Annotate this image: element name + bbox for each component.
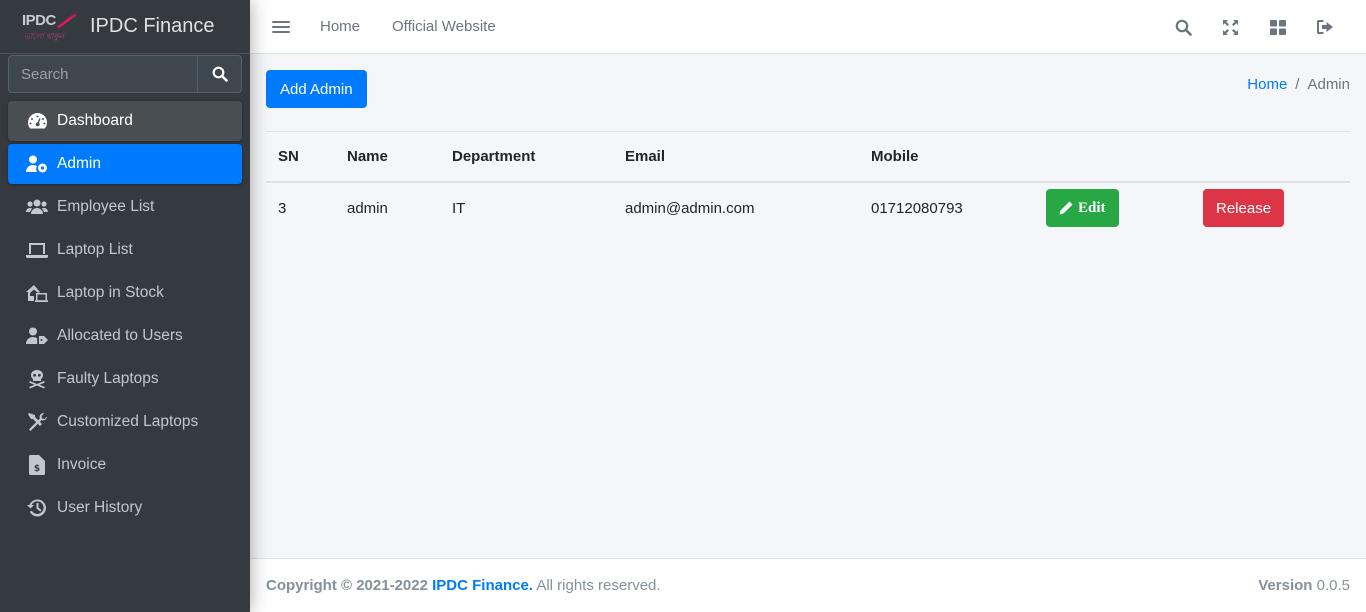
search-icon bbox=[212, 66, 228, 82]
breadcrumb: Home / Admin bbox=[1247, 76, 1350, 93]
skull-crossbones-icon bbox=[26, 369, 48, 389]
cell-mobile: 01712080793 bbox=[871, 199, 963, 217]
release-button[interactable]: Release bbox=[1203, 189, 1285, 227]
top-icon-group bbox=[1160, 0, 1348, 54]
edit-button[interactable]: Edit bbox=[1046, 189, 1119, 227]
nav-link-home[interactable]: Home bbox=[320, 18, 360, 35]
column-header-release bbox=[1191, 131, 1350, 183]
cell-sn: 3 bbox=[278, 199, 287, 217]
copyright-text: Copyright © 2021-2022 bbox=[266, 577, 428, 594]
column-header-sn: SN bbox=[266, 131, 335, 183]
footer-rights: All rights reserved. bbox=[536, 577, 661, 594]
brand-name: IPDC Finance bbox=[90, 15, 215, 37]
sidebar-item-label: Admin bbox=[57, 155, 101, 172]
sidebar-item-label: Laptop in Stock bbox=[57, 284, 164, 301]
table-header-row: SN Name Department Email Mobile bbox=[266, 131, 1350, 183]
sidebar-item-dashboard[interactable]: Dashboard bbox=[8, 101, 242, 141]
pencil-icon bbox=[1059, 201, 1073, 215]
cell-release: Release bbox=[1191, 182, 1350, 234]
sidebar-item-invoice[interactable]: $ Invoice bbox=[8, 445, 242, 485]
admin-table: SN Name Department Email Mobile 3 admin … bbox=[266, 131, 1350, 234]
sidebar-item-label: Faulty Laptops bbox=[57, 370, 159, 387]
sidebar: IPDC ভালো থাকুন IPDC Finance Dashboard bbox=[0, 0, 250, 612]
sidebar-item-user-history[interactable]: User History bbox=[8, 488, 242, 528]
sidebar-item-label: Laptop List bbox=[57, 241, 133, 258]
add-admin-button[interactable]: Add Admin bbox=[266, 70, 367, 108]
user-tag-icon bbox=[26, 326, 48, 346]
version-label: Version bbox=[1258, 577, 1313, 594]
sidebar-nav: Dashboard Admin Employee List Laptop Lis… bbox=[8, 101, 242, 531]
cell-name: admin bbox=[347, 199, 388, 217]
sidebar-item-employee-list[interactable]: Employee List bbox=[8, 187, 242, 227]
search-icon[interactable] bbox=[1160, 0, 1207, 54]
sidebar-item-label: Customized Laptops bbox=[57, 413, 199, 430]
footer-brand-link[interactable]: IPDC Finance. bbox=[432, 577, 533, 594]
footer: Copyright © 2021-2022 IPDC Finance. All … bbox=[250, 558, 1366, 612]
column-header-mobile: Mobile bbox=[859, 131, 1034, 183]
laptop-house-icon bbox=[26, 283, 48, 303]
sidebar-item-label: Invoice bbox=[57, 456, 107, 473]
sidebar-item-admin[interactable]: Admin bbox=[8, 144, 242, 184]
table-row: 3 admin IT admin@admin.com 01712080793 E… bbox=[266, 182, 1350, 234]
logo-tagline: ভালো থাকুন bbox=[24, 31, 64, 41]
th-large-icon[interactable] bbox=[1254, 0, 1301, 54]
version-value: 0.0.5 bbox=[1316, 577, 1350, 594]
sidebar-search bbox=[8, 55, 242, 93]
column-header-edit bbox=[1034, 131, 1191, 183]
search-input[interactable] bbox=[8, 55, 197, 93]
sidebar-item-label: Dashboard bbox=[57, 112, 133, 129]
tachometer-icon bbox=[26, 111, 48, 131]
footer-version: Version 0.0.5 bbox=[1258, 577, 1350, 594]
users-icon bbox=[26, 197, 48, 217]
cell-email: admin@admin.com bbox=[625, 199, 755, 217]
sidebar-item-label: User History bbox=[57, 499, 143, 516]
sidebar-item-customized-laptops[interactable]: Customized Laptops bbox=[8, 402, 242, 442]
sidebar-item-label: Allocated to Users bbox=[57, 327, 183, 344]
menu-toggle-icon[interactable] bbox=[272, 18, 290, 36]
breadcrumb-current: Admin bbox=[1307, 76, 1350, 93]
user-cog-icon bbox=[26, 154, 48, 174]
admin-table-wrapper: SN Name Department Email Mobile 3 admin … bbox=[266, 131, 1350, 234]
breadcrumb-separator: / bbox=[1295, 76, 1300, 93]
sidebar-item-allocated-to-users[interactable]: Allocated to Users bbox=[8, 316, 242, 356]
tools-icon bbox=[26, 412, 48, 432]
sidebar-item-faulty-laptops[interactable]: Faulty Laptops bbox=[8, 359, 242, 399]
main-content: Add Admin Home / Admin SN Name Departmen… bbox=[250, 54, 1366, 558]
logo-swoosh-icon bbox=[56, 11, 77, 28]
column-header-email: Email bbox=[613, 131, 859, 183]
footer-copyright: Copyright © 2021-2022 IPDC Finance. All … bbox=[266, 577, 661, 594]
logo-text: IPDC bbox=[22, 11, 56, 29]
cell-edit: Edit bbox=[1034, 182, 1191, 234]
top-navbar: Home Official Website bbox=[250, 0, 1366, 54]
column-header-department: Department bbox=[440, 131, 613, 183]
brand-link[interactable]: IPDC ভালো থাকুন IPDC Finance bbox=[0, 0, 250, 54]
nav-link-official-website[interactable]: Official Website bbox=[392, 18, 496, 35]
sidebar-item-laptop-list[interactable]: Laptop List bbox=[8, 230, 242, 270]
column-header-name: Name bbox=[335, 131, 440, 183]
sidebar-item-laptop-in-stock[interactable]: Laptop in Stock bbox=[8, 273, 242, 313]
edit-button-label: Edit bbox=[1078, 199, 1106, 216]
file-invoice-icon: $ bbox=[26, 455, 48, 475]
svg-text:$: $ bbox=[34, 464, 40, 474]
brand-logo: IPDC ভালো থাকুন bbox=[20, 10, 78, 44]
laptop-icon bbox=[26, 240, 48, 260]
cell-department: IT bbox=[452, 199, 466, 217]
sidebar-item-label: Employee List bbox=[57, 198, 155, 215]
history-icon bbox=[26, 498, 48, 518]
breadcrumb-home[interactable]: Home bbox=[1247, 76, 1287, 93]
sign-out-icon[interactable] bbox=[1301, 0, 1348, 54]
search-button[interactable] bbox=[197, 55, 242, 93]
expand-icon[interactable] bbox=[1207, 0, 1254, 54]
